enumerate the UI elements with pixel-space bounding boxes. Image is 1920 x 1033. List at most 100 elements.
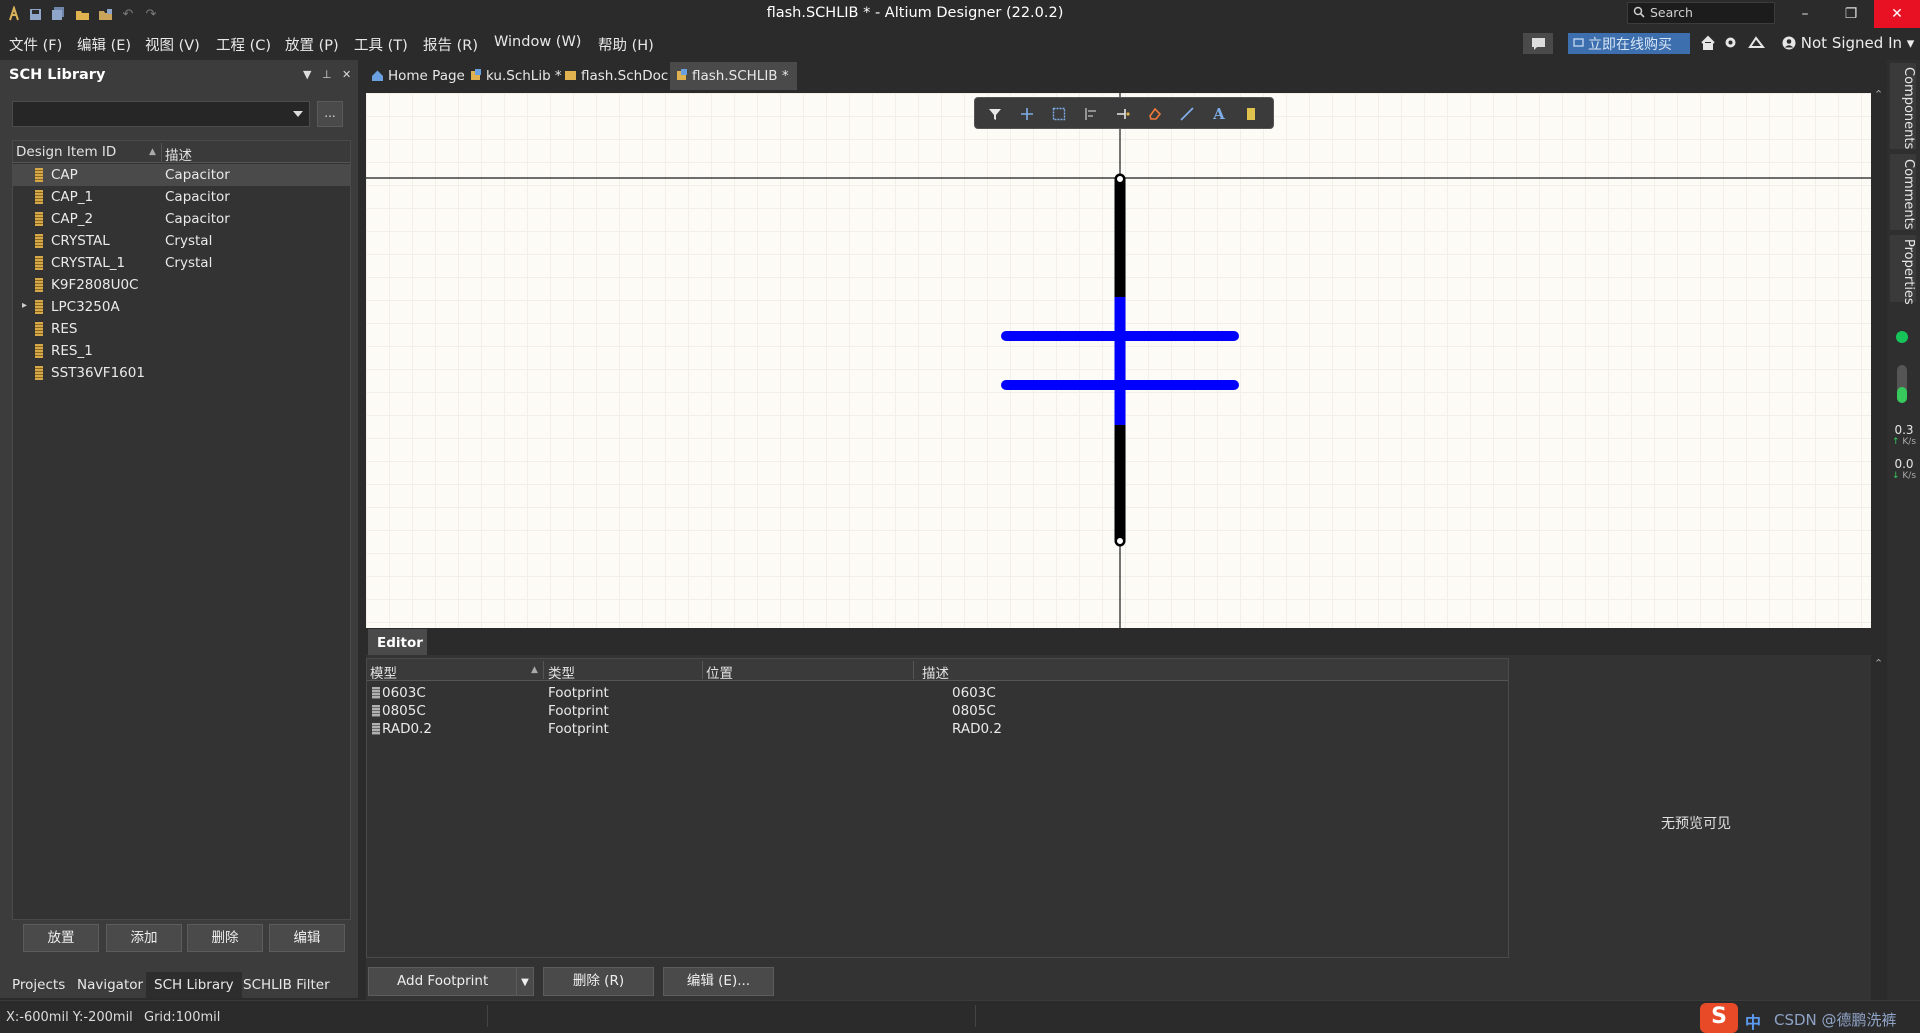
table-row[interactable]: RES <box>13 318 350 340</box>
menu-window[interactable]: Window (W) <box>494 34 581 50</box>
design-item-id: CRYSTAL_1 <box>51 255 126 271</box>
place-button[interactable]: 放置 <box>23 924 99 952</box>
cell-model: 0603C <box>382 685 426 701</box>
table-row[interactable]: RES_1 <box>13 340 350 362</box>
restore-button[interactable]: ❐ <box>1828 0 1874 28</box>
tab-navigator[interactable]: Navigator <box>69 972 151 998</box>
tab-flash-schdoc[interactable]: flash.SchDoc <box>559 62 676 90</box>
editor-tab[interactable]: Editor <box>368 629 427 655</box>
search-input[interactable]: Search <box>1627 2 1775 24</box>
delete-button[interactable]: 删除 <box>187 924 263 952</box>
user-label: Not Signed In <box>1800 34 1902 52</box>
collapse-up-icon[interactable]: ⌃ <box>1874 88 1883 101</box>
column-description[interactable]: 描述 <box>922 662 949 682</box>
tab-schlib-filter[interactable]: SCHLIB Filter <box>235 972 338 998</box>
column-type[interactable]: 类型 <box>548 662 575 682</box>
menu-view[interactable]: 视图 (V) <box>145 34 200 55</box>
home-icon[interactable] <box>1700 35 1716 50</box>
line-icon[interactable] <box>1177 104 1197 124</box>
part-icon[interactable] <box>1241 104 1261 124</box>
tab-projects[interactable]: Projects <box>4 972 73 998</box>
tab-label: flash.SchDoc <box>581 68 669 84</box>
column-design-item-id[interactable]: Design Item ID <box>16 144 116 160</box>
upload-speed: 0.3 ↑ K/s <box>1888 424 1920 448</box>
eraser-icon[interactable] <box>1145 104 1165 124</box>
grid-size: Grid:100mil <box>144 1010 221 1025</box>
cell-model: RAD0.2 <box>382 721 432 737</box>
cell-model: 0805C <box>382 703 426 719</box>
menu-file[interactable]: 文件 (F) <box>9 34 62 55</box>
buy-online-button[interactable]: 立即在线购买 <box>1568 33 1690 54</box>
menu-help[interactable]: 帮助 (H) <box>598 34 654 55</box>
schematic-canvas[interactable] <box>366 93 1871 628</box>
panel-menu-icon[interactable]: ▼ <box>303 68 311 81</box>
tab-flash-schlib[interactable]: flash.SCHLIB * <box>670 62 797 90</box>
tab-components[interactable]: Components <box>1890 63 1916 149</box>
notifications-icon[interactable] <box>1748 35 1765 50</box>
menu-reports[interactable]: 报告 (R) <box>423 34 478 55</box>
user-account[interactable]: Not Signed In ▾ <box>1782 34 1914 52</box>
column-divider <box>913 661 914 679</box>
column-model[interactable]: 模型 <box>370 662 397 682</box>
column-description[interactable]: 描述 <box>165 144 192 164</box>
add-icon[interactable] <box>1017 104 1037 124</box>
align-icon[interactable] <box>1081 104 1101 124</box>
design-item-id: CAP_2 <box>51 211 94 227</box>
ime-mode[interactable]: 中 <box>1745 1009 1761 1033</box>
tab-ku-schlib[interactable]: ku.SchLib * <box>464 62 570 90</box>
column-divider <box>702 661 703 679</box>
library-filter-combo[interactable] <box>12 101 310 127</box>
select-rect-icon[interactable] <box>1049 104 1069 124</box>
arrow-up-icon: ↑ <box>1891 437 1900 447</box>
table-row[interactable]: RAD0.2 Footprint RAD0.2 <box>367 718 1508 740</box>
table-row[interactable]: CAP_2 Capacitor <box>13 208 350 230</box>
design-item-id: SST36VF1601 <box>51 365 145 381</box>
menu-project[interactable]: 工程 (C) <box>216 34 271 55</box>
collapse-up-icon[interactable]: ⌃ <box>1874 657 1883 670</box>
tab-comments[interactable]: Comments <box>1890 154 1916 230</box>
menu-tools[interactable]: 工具 (T) <box>354 34 408 55</box>
tab-sch-library[interactable]: SCH Library <box>146 972 242 998</box>
table-row[interactable]: ▸ LPC3250A <box>13 296 350 318</box>
component-icon <box>35 168 43 182</box>
menu-place[interactable]: 放置 (P) <box>285 34 339 55</box>
minimize-button[interactable]: – <box>1782 0 1828 28</box>
table-row[interactable]: CRYSTAL_1 Crystal <box>13 252 350 274</box>
pin-panel-icon[interactable]: ⊥ <box>322 68 332 81</box>
tab-properties[interactable]: Properties <box>1890 235 1916 305</box>
feedback-icon[interactable] <box>1523 33 1553 54</box>
table-row[interactable]: CRYSTAL Crystal <box>13 230 350 252</box>
design-item-id: CRYSTAL <box>51 233 110 249</box>
browse-button[interactable]: ... <box>317 101 343 127</box>
footprint-icon <box>372 723 380 735</box>
table-row[interactable]: SST36VF1601 <box>13 362 350 384</box>
add-model-dropdown[interactable]: ▼ <box>516 967 534 996</box>
close-panel-icon[interactable]: ✕ <box>342 68 351 81</box>
search-placeholder: Search <box>1650 5 1693 20</box>
table-row[interactable]: CAP Capacitor <box>13 164 350 186</box>
table-row[interactable]: CAP_1 Capacitor <box>13 186 350 208</box>
add-button[interactable]: 添加 <box>106 924 182 952</box>
edit-button[interactable]: 编辑 <box>269 924 345 952</box>
pin-hotspot <box>1116 537 1124 545</box>
pin-hotspot <box>1116 175 1124 183</box>
column-location[interactable]: 位置 <box>706 662 733 682</box>
table-row[interactable]: K9F2808U0C <box>13 274 350 296</box>
delete-model-button[interactable]: 删除 (R) <box>543 967 654 996</box>
edit-model-button[interactable]: 编辑 (E)... <box>663 967 774 996</box>
gear-icon[interactable] <box>1723 35 1738 50</box>
component-icon <box>35 234 43 248</box>
tab-home-page[interactable]: Home Page <box>366 62 473 90</box>
pin-icon[interactable] <box>1113 104 1133 124</box>
download-value: 0.0 <box>1894 457 1914 471</box>
expand-arrow-icon[interactable]: ▸ <box>22 300 27 311</box>
close-button[interactable]: ✕ <box>1874 0 1920 28</box>
chevron-down-icon: ▼ <box>521 977 529 988</box>
document-tabs: Home Page ku.SchLib * flash.SchDoc flash… <box>366 62 1866 92</box>
add-footprint-button[interactable]: Add Footprint <box>368 967 518 996</box>
capacitor-symbol[interactable] <box>366 93 1871 628</box>
menu-edit[interactable]: 编辑 (E) <box>77 34 131 55</box>
filter-icon[interactable] <box>985 104 1005 124</box>
text-icon[interactable]: A <box>1209 104 1229 124</box>
component-icon <box>35 190 43 204</box>
